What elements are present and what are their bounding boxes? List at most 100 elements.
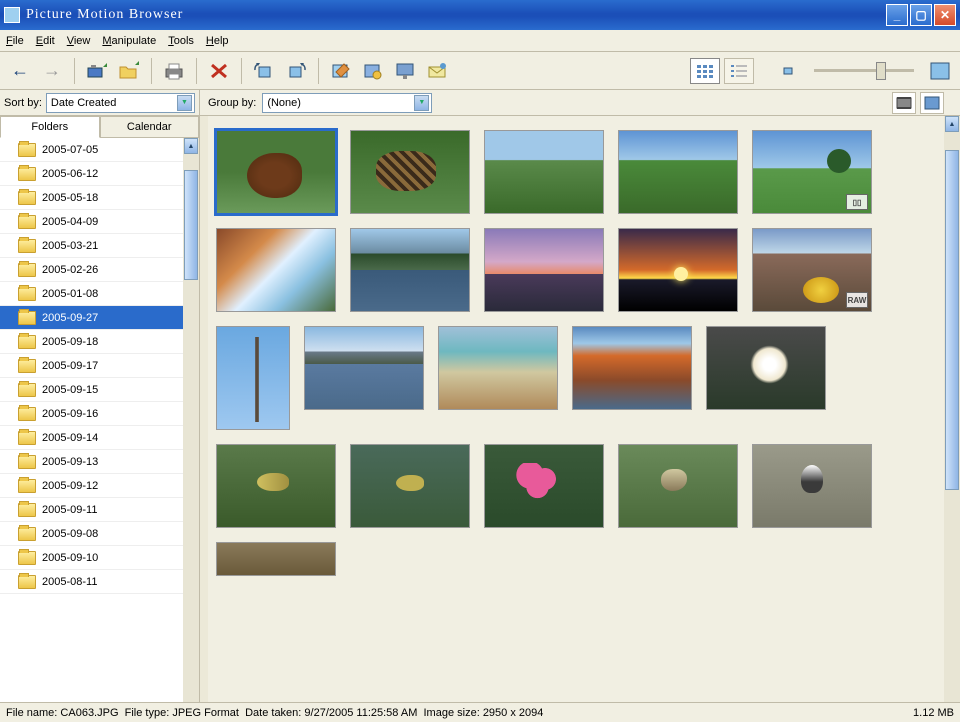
filmstrip-button[interactable] [892,92,916,114]
edit-button[interactable] [327,57,355,85]
splitter[interactable] [200,116,208,702]
folder-item[interactable]: 2005-04-09 [0,210,199,234]
scroll-up-button[interactable]: ▲ [945,116,959,132]
folder-item[interactable]: 2005-06-12 [0,162,199,186]
folder-icon [18,191,36,205]
thumbnail[interactable] [752,444,872,528]
sort-select[interactable]: Date Created [46,93,195,113]
content: Folders Calendar 2005-07-052005-06-12200… [0,116,960,702]
folder-icon [18,335,36,349]
folder-item[interactable]: 2005-09-18 [0,330,199,354]
folder-item[interactable]: 2005-08-11 [0,570,199,594]
slideshow-button[interactable] [391,57,419,85]
folder-item[interactable]: 2005-02-26 [0,258,199,282]
import-from-camera-button[interactable] [83,57,111,85]
menu-edit[interactable]: Edit [36,35,55,47]
folder-label: 2005-09-17 [42,360,98,372]
folder-icon [18,359,36,373]
folder-label: 2005-01-08 [42,288,98,300]
import-folder-button[interactable] [115,57,143,85]
folder-item[interactable]: 2005-09-17 [0,354,199,378]
thumbnail[interactable]: RAW [752,228,872,312]
sort-value: Date Created [51,97,116,109]
folder-item[interactable]: 2005-01-08 [0,282,199,306]
thumbnail[interactable] [216,326,290,430]
thumbnail[interactable] [350,130,470,214]
menu-manipulate[interactable]: Manipulate [102,35,156,47]
folder-item[interactable]: 2005-09-08 [0,522,199,546]
folder-item[interactable]: 2005-09-16 [0,402,199,426]
folder-item[interactable]: 2005-09-27 [0,306,199,330]
thumbnail-view-button[interactable] [690,58,720,84]
separator [151,58,152,84]
folder-label: 2005-05-18 [42,192,98,204]
thumbnail[interactable] [304,326,424,410]
thumbnail[interactable]: ▯▯ [752,130,872,214]
folder-label: 2005-09-14 [42,432,98,444]
folder-label: 2005-04-09 [42,216,98,228]
status-filename-label: File name: [6,707,57,719]
folder-item[interactable]: 2005-09-14 [0,426,199,450]
rotate-left-button[interactable] [250,57,278,85]
tab-calendar[interactable]: Calendar [100,116,200,137]
back-button[interactable]: ← [6,57,34,85]
scroll-up-button[interactable]: ▲ [184,138,198,154]
zoom-slider[interactable] [814,61,914,81]
thumbnail[interactable] [484,444,604,528]
scroll-thumb[interactable] [945,150,959,490]
group-select[interactable]: (None) [262,93,432,113]
menu-tools[interactable]: Tools [168,35,194,47]
menu-help[interactable]: Help [206,35,229,47]
folder-item[interactable]: 2005-09-10 [0,546,199,570]
menu-view[interactable]: View [67,35,91,47]
single-view-button[interactable] [920,92,944,114]
status-imagesize-label: Image size: [424,707,480,719]
status-datetaken-label: Date taken: [245,707,301,719]
thumbnail[interactable] [216,130,336,214]
sidebar-scrollbar[interactable]: ▲ [183,138,199,702]
thumbnail[interactable] [438,326,558,410]
grid-scrollbar[interactable]: ▲ [944,116,960,702]
detail-view-button[interactable] [724,58,754,84]
folder-label: 2005-09-10 [42,552,98,564]
folder-icon [18,527,36,541]
thumbnail[interactable] [350,228,470,312]
folder-item[interactable]: 2005-09-15 [0,378,199,402]
tab-folders[interactable]: Folders [0,116,100,138]
folder-item[interactable]: 2005-03-21 [0,234,199,258]
folder-label: 2005-09-11 [42,504,97,516]
thumbnail[interactable] [484,228,604,312]
minimize-button[interactable]: _ [886,4,908,26]
menu-file[interactable]: File [6,35,24,47]
close-button[interactable]: ✕ [934,4,956,26]
folder-item[interactable]: 2005-05-18 [0,186,199,210]
zoom-small-icon [774,57,802,85]
scroll-thumb[interactable] [184,170,198,280]
thumbnail[interactable] [618,228,738,312]
print-button[interactable] [160,57,188,85]
folder-icon [18,239,36,253]
thumbnail[interactable] [572,326,692,410]
zoom-thumb[interactable] [876,62,886,80]
thumbnail[interactable] [350,444,470,528]
maximize-button[interactable]: ▢ [910,4,932,26]
thumbnail[interactable] [706,326,826,410]
email-button[interactable] [423,57,451,85]
folder-item[interactable]: 2005-09-12 [0,474,199,498]
thumbnail[interactable] [618,444,738,528]
folder-item[interactable]: 2005-09-11 [0,498,199,522]
delete-button[interactable] [205,57,233,85]
thumbnail[interactable] [216,542,336,576]
folder-item[interactable]: 2005-09-13 [0,450,199,474]
folder-list: 2005-07-052005-06-12 2005-05-18 2005-04-09… [0,138,199,702]
folder-label: 2005-09-18 [42,336,98,348]
thumbnail[interactable] [484,130,604,214]
thumbnail[interactable] [216,444,336,528]
thumbnail[interactable] [216,228,336,312]
rotate-right-button[interactable] [282,57,310,85]
thumbnail[interactable] [618,130,738,214]
folder-item[interactable]: 2005-07-05 [0,138,199,162]
forward-button[interactable]: → [38,57,66,85]
menu-bar: File Edit View Manipulate Tools Help [0,30,960,52]
adjust-button[interactable] [359,57,387,85]
